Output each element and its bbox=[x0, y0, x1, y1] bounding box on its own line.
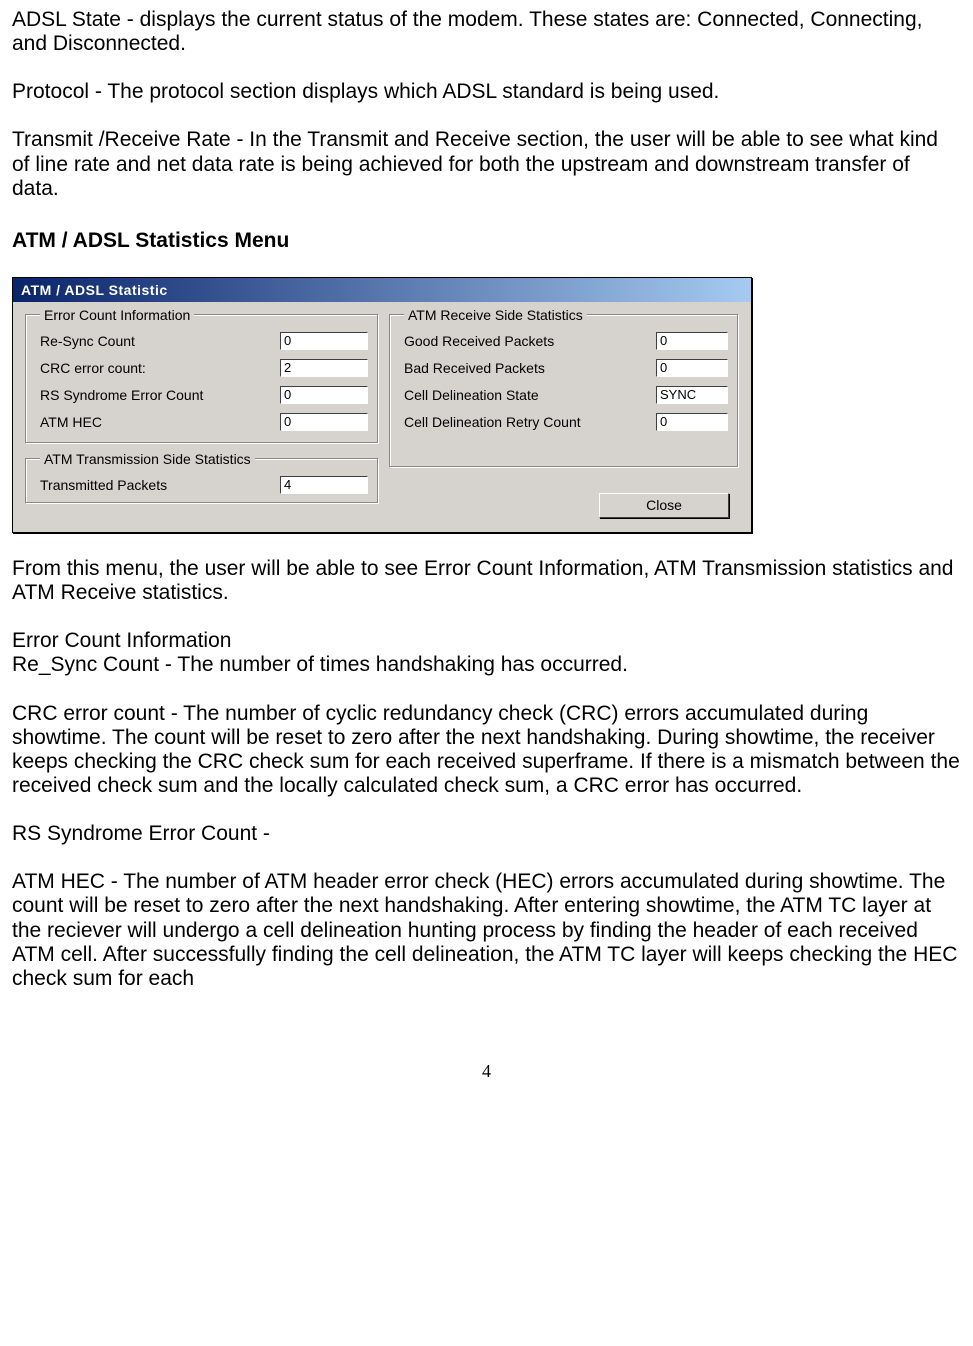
paragraph-atm-hec: ATM HEC - The number of ATM header error… bbox=[12, 870, 961, 991]
good-rx-field[interactable] bbox=[656, 332, 728, 350]
crc-error-label: CRC error count: bbox=[40, 361, 250, 375]
atm-hec-row: ATM HEC bbox=[40, 413, 368, 431]
error-count-group: Error Count Information Re-Sync Count CR… bbox=[25, 308, 379, 444]
atm-hec-field[interactable] bbox=[280, 413, 368, 431]
paragraph-resync: Re_Sync Count - The number of times hand… bbox=[12, 653, 961, 677]
good-rx-row: Good Received Packets bbox=[404, 332, 728, 350]
resync-count-row: Re-Sync Count bbox=[40, 332, 368, 350]
tx-packets-row: Transmitted Packets bbox=[40, 476, 368, 494]
atm-transmission-legend: ATM Transmission Side Statistics bbox=[40, 452, 255, 466]
atm-transmission-group: ATM Transmission Side Statistics Transmi… bbox=[25, 452, 379, 504]
paragraph-menu-desc: From this menu, the user will be able to… bbox=[12, 557, 961, 605]
cell-delin-retry-row: Cell Delineation Retry Count bbox=[404, 413, 728, 431]
resync-count-field[interactable] bbox=[280, 332, 368, 350]
bad-rx-row: Bad Received Packets bbox=[404, 359, 728, 377]
cell-delin-retry-label: Cell Delineation Retry Count bbox=[404, 415, 616, 429]
rs-syndrome-label: RS Syndrome Error Count bbox=[40, 388, 250, 402]
rs-syndrome-field[interactable] bbox=[280, 386, 368, 404]
bad-rx-label: Bad Received Packets bbox=[404, 361, 616, 375]
resync-count-label: Re-Sync Count bbox=[40, 334, 250, 348]
dialog-body: Error Count Information Re-Sync Count CR… bbox=[13, 302, 751, 532]
dialog-title-bar: ATM / ADSL Statistic bbox=[13, 278, 751, 302]
close-button[interactable]: Close bbox=[599, 493, 729, 518]
cell-delin-state-label: Cell Delineation State bbox=[404, 388, 616, 402]
bad-rx-field[interactable] bbox=[656, 359, 728, 377]
cell-delin-retry-field[interactable] bbox=[656, 413, 728, 431]
paragraph-protocol: Protocol - The protocol section displays… bbox=[12, 80, 961, 104]
paragraph-tx-rx-rate: Transmit /Receive Rate - In the Transmit… bbox=[12, 128, 961, 200]
error-count-subhead: Error Count Information bbox=[12, 629, 961, 653]
atm-hec-label: ATM HEC bbox=[40, 415, 250, 429]
crc-error-row: CRC error count: bbox=[40, 359, 368, 377]
page-number: 4 bbox=[12, 1061, 961, 1082]
tx-packets-field[interactable] bbox=[280, 476, 368, 494]
paragraph-rs-syndrome: RS Syndrome Error Count - bbox=[12, 822, 961, 846]
good-rx-label: Good Received Packets bbox=[404, 334, 616, 348]
atm-receive-legend: ATM Receive Side Statistics bbox=[404, 308, 587, 322]
rs-syndrome-row: RS Syndrome Error Count bbox=[40, 386, 368, 404]
paragraph-adsl-state: ADSL State - displays the current status… bbox=[12, 8, 961, 56]
atm-receive-group: ATM Receive Side Statistics Good Receive… bbox=[389, 308, 739, 468]
atm-adsl-statistic-dialog: ATM / ADSL Statistic Error Count Informa… bbox=[12, 277, 752, 533]
section-heading: ATM / ADSL Statistics Menu bbox=[12, 229, 961, 253]
paragraph-crc: CRC error count - The number of cyclic r… bbox=[12, 702, 961, 799]
tx-packets-label: Transmitted Packets bbox=[40, 478, 230, 492]
cell-delin-state-field[interactable] bbox=[656, 386, 728, 404]
error-count-legend: Error Count Information bbox=[40, 308, 194, 322]
cell-delin-state-row: Cell Delineation State bbox=[404, 386, 728, 404]
crc-error-field[interactable] bbox=[280, 359, 368, 377]
